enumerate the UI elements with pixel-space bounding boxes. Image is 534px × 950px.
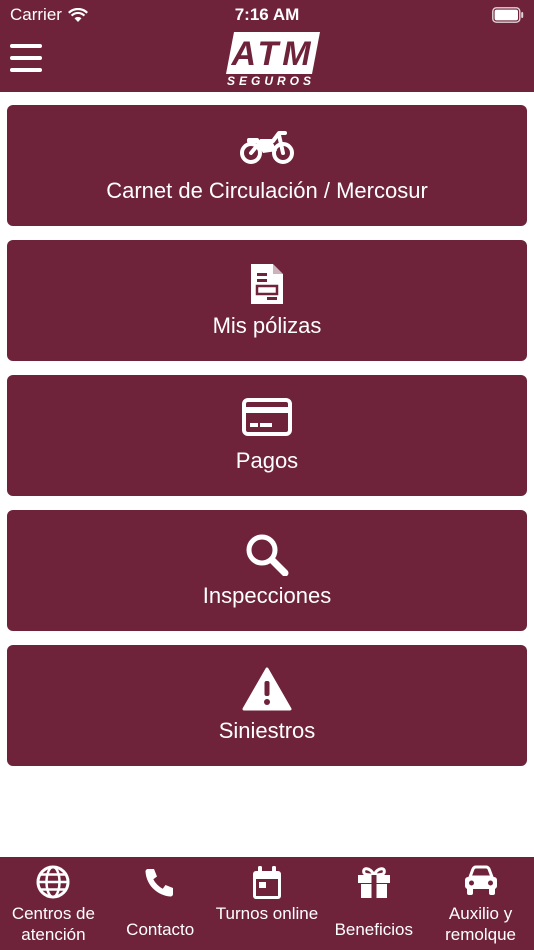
- credit-card-icon: [242, 398, 292, 436]
- car-icon: [464, 865, 497, 895]
- logo-mark: ATM: [226, 32, 320, 74]
- menu-card-label: Carnet de Circulación / Mercosur: [106, 178, 428, 203]
- document-icon: [251, 264, 283, 304]
- tab-label: Auxilio y remolque: [445, 904, 517, 944]
- menu-line: [10, 44, 42, 48]
- tab-contacto[interactable]: Contacto: [107, 857, 214, 950]
- atm-logo: ATM SEGUROS: [222, 32, 320, 88]
- tab-centros-de-atencion[interactable]: Centros de atención: [0, 857, 107, 950]
- bottom-tab-bar: Centros de atención Contacto Turnos onli…: [0, 857, 534, 950]
- menu-card-siniestros[interactable]: Siniestros: [7, 645, 527, 766]
- logo-subtitle: SEGUROS: [226, 74, 315, 88]
- status-bar: Carrier 7:16 AM: [0, 0, 534, 30]
- logo-text: ATM: [230, 35, 314, 73]
- menu-card-label: Siniestros: [218, 718, 316, 743]
- tab-label: Centros de atención: [11, 904, 95, 944]
- battery-icon: [492, 7, 524, 23]
- phone-icon: [145, 869, 174, 897]
- hamburger-menu-button[interactable]: [10, 44, 44, 74]
- top-bar: Carrier 7:16 AM ATM SEGUROS: [0, 0, 534, 92]
- menu-card-label: Mis pólizas: [212, 313, 322, 338]
- magnifier-icon: [246, 534, 289, 576]
- menu-line: [10, 56, 42, 60]
- tab-label: Contacto: [126, 920, 195, 939]
- menu-card-label: Pagos: [235, 448, 299, 473]
- menu-card-carnet[interactable]: Carnet de Circulación / Mercosur: [7, 105, 527, 226]
- menu-line: [10, 68, 42, 72]
- main-menu: Carnet de Circulación / Mercosur Mis pól…: [7, 105, 527, 780]
- tab-label: Turnos online: [215, 904, 319, 923]
- menu-card-pagos[interactable]: Pagos: [7, 375, 527, 496]
- tab-beneficios[interactable]: Beneficios: [320, 857, 427, 950]
- tab-auxilio-y-remolque[interactable]: Auxilio y remolque: [427, 857, 534, 950]
- status-time: 7:16 AM: [234, 5, 300, 24]
- tab-turnos-online[interactable]: Turnos online: [214, 857, 321, 950]
- menu-card-polizas[interactable]: Mis pólizas: [7, 240, 527, 361]
- gift-icon: [357, 867, 390, 898]
- menu-card-inspecciones[interactable]: Inspecciones: [7, 510, 527, 631]
- warning-icon: [242, 667, 292, 711]
- calendar-icon: [252, 866, 281, 899]
- menu-card-label: Inspecciones: [202, 583, 332, 608]
- motorcycle-icon: [240, 131, 294, 164]
- globe-icon: [36, 865, 70, 899]
- tab-label: Beneficios: [334, 920, 413, 939]
